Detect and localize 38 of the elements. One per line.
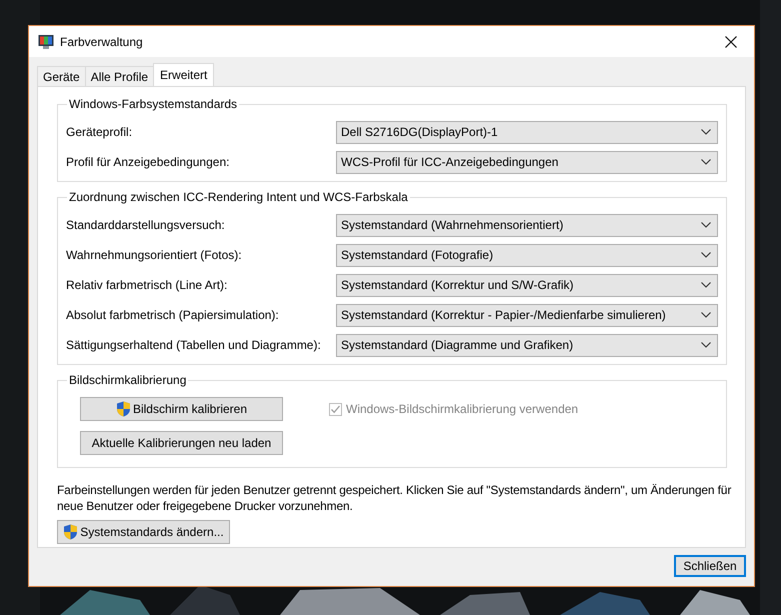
info-text: Farbeinstellungen werden für jeden Benutzer getrennt gespeichert. Klicken Sie auf "Systemstandards ändern", um Änderungen für neue Benutzer oder freigegebene Drucker vorzunehmen. [57,482,732,514]
calibration-button[interactable]: Bildschirm kalibrieren [80,397,283,421]
chevron-icon [701,222,711,228]
system-defaults-button[interactable]: Systemstandards ändern... [57,520,230,544]
field-label: Absolut farbmetrisch (Papiersimulation): [66,308,279,322]
group-title: Windows-Farbsystemstandards [68,97,238,111]
chevron-icon [701,159,711,165]
chevron-icon [701,282,711,288]
monitor-icon [38,34,54,50]
tab[interactable]: Geräte [37,66,86,86]
checkbox: Windows-Bildschirmkalibrierung verwenden [329,399,578,419]
chevron-icon [701,129,711,135]
group-title: Bildschirmkalibrierung [68,373,188,387]
field-label: Standarddarstellungsversuch: [66,218,225,232]
chevron-icon [701,252,711,258]
chevron-icon [701,312,711,318]
dropdown[interactable]: Systemstandard (Korrektur und S/W-Grafik) [336,274,718,296]
dropdown[interactable]: Systemstandard (Korrektur - Papier-/Medienfarbe simulieren) [336,304,718,326]
dropdown[interactable]: Systemstandard (Fotografie) [336,244,718,266]
window-title: Farbverwaltung [60,34,144,48]
chevron-icon [701,342,711,348]
close-dialog-button[interactable]: Schließen [674,555,746,577]
tab[interactable]: Erweitert [153,63,214,86]
shield-icon [116,401,131,417]
dropdown[interactable]: Systemstandard (Diagramme und Grafiken) [336,334,718,356]
dropdown[interactable]: Systemstandard (Wahrnehmensorientiert) [336,214,718,236]
field-label: Sättigungserhaltend (Tabellen und Diagramme): [66,338,321,352]
field-label: Profil für Anzeigebedingungen: [66,155,230,169]
field-label: Relativ farbmetrisch (Line Art): [66,278,228,292]
checkmark-icon [330,404,341,414]
close-icon [725,36,737,48]
shield-icon [63,524,78,540]
dropdown[interactable]: WCS-Profil für ICC-Anzeigebedingungen [336,150,718,174]
field-label: Geräteprofil: [66,125,132,139]
dropdown[interactable]: Dell S2716DG(DisplayPort)-1 [336,120,718,144]
calibration-button[interactable]: Aktuelle Kalibrierungen neu laden [80,431,283,455]
field-label: Wahrnehmungsorientiert (Fotos): [66,248,242,262]
group-title: Zuordnung zwischen ICC-Rendering Intent und WCS-Farbskala [68,190,409,204]
